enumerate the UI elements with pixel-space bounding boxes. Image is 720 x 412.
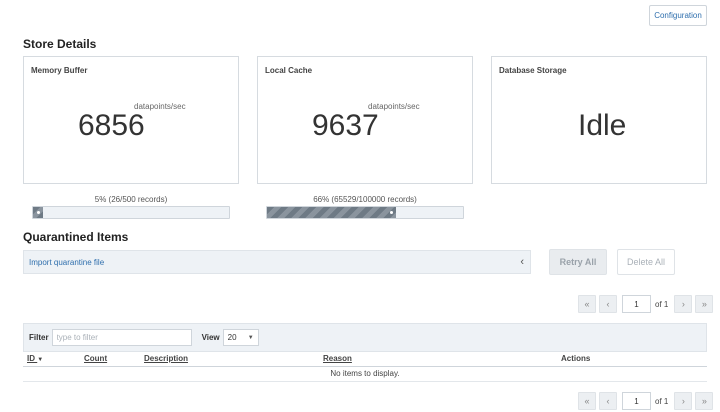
pagination-top: « ‹ of 1 › » — [578, 295, 714, 313]
import-quarantine-bar: Import quarantine file ‹ — [23, 250, 531, 274]
delete-all-button[interactable]: Delete All — [617, 249, 675, 275]
last-page-button[interactable]: » — [695, 392, 714, 410]
sort-desc-icon: ▼ — [37, 357, 44, 363]
pagination-bottom: « ‹ of 1 › » — [578, 392, 714, 410]
import-quarantine-link[interactable]: Import quarantine file — [29, 258, 104, 267]
card-value: Idle — [578, 109, 627, 142]
page-count-label: of 1 — [655, 396, 669, 406]
progress-fill — [33, 207, 43, 218]
progress-fill — [267, 207, 396, 218]
configuration-button[interactable]: Configuration — [649, 5, 707, 26]
page-number-input[interactable] — [622, 392, 651, 410]
progress-knob — [390, 211, 393, 214]
memory-buffer-progress-label: 5% (26/500 records) — [94, 195, 168, 204]
caret-down-icon: ▼ — [247, 334, 254, 341]
prev-page-button[interactable]: ‹ — [599, 295, 617, 313]
card-title: Local Cache — [265, 66, 313, 75]
column-header-count[interactable]: Count — [84, 354, 107, 363]
database-storage-card: Database Storage Idle — [491, 56, 707, 184]
store-details-title: Store Details — [23, 37, 97, 51]
filter-bar: Filter View 20 ▼ — [23, 323, 707, 352]
column-header-reason[interactable]: Reason — [323, 354, 352, 363]
column-header-actions: Actions — [561, 354, 591, 363]
local-cache-progress-bar — [266, 206, 464, 219]
page-number-input[interactable] — [622, 295, 651, 313]
card-value: 6856 — [78, 109, 145, 142]
filter-input[interactable] — [51, 329, 192, 346]
first-page-button[interactable]: « — [578, 392, 596, 410]
card-title: Memory Buffer — [31, 66, 88, 75]
column-header-description[interactable]: Description — [144, 354, 188, 363]
table-header: ID ▼ Count Description Reason Actions — [23, 352, 707, 367]
last-page-button[interactable]: » — [695, 295, 714, 313]
retry-all-button[interactable]: Retry All — [549, 249, 607, 275]
chevron-left-icon[interactable]: ‹ — [520, 256, 524, 268]
page-count-label: of 1 — [655, 299, 669, 309]
prev-page-button[interactable]: ‹ — [599, 392, 617, 410]
first-page-button[interactable]: « — [578, 295, 596, 313]
view-select-value: 20 — [227, 333, 237, 342]
card-value: 9637 — [312, 109, 379, 142]
local-cache-progress-label: 66% (65529/100000 records) — [313, 195, 417, 204]
quarantined-items-title: Quarantined Items — [23, 230, 129, 244]
memory-buffer-card: Memory Buffer datapoints/sec 6856 — [23, 56, 239, 184]
card-title: Database Storage — [499, 66, 567, 75]
progress-knob — [37, 211, 40, 214]
view-label: View — [201, 333, 220, 342]
filter-label: Filter — [29, 333, 49, 342]
column-header-id[interactable]: ID ▼ — [27, 354, 43, 363]
next-page-button[interactable]: › — [674, 392, 693, 410]
next-page-button[interactable]: › — [674, 295, 693, 313]
view-select[interactable]: 20 ▼ — [222, 329, 259, 346]
local-cache-card: Local Cache datapoints/sec 9637 — [257, 56, 473, 184]
memory-buffer-progress-bar — [32, 206, 230, 219]
table-empty-row: No items to display. — [23, 367, 707, 382]
